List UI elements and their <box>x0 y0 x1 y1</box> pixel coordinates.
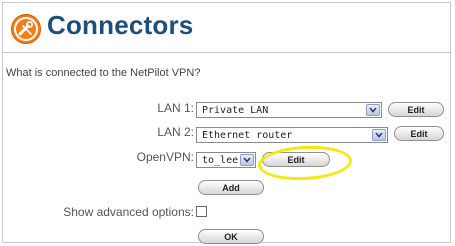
chevron-down-icon[interactable] <box>366 104 380 116</box>
ok-button[interactable]: OK <box>198 229 264 244</box>
lan1-edit-button[interactable]: Edit <box>388 102 444 117</box>
tools-icon <box>11 14 41 44</box>
chevron-down-icon[interactable] <box>240 154 254 166</box>
lan1-select-value: Private LAN <box>202 105 269 116</box>
advanced-options-checkbox[interactable] <box>196 206 207 217</box>
page-title: Connectors <box>47 10 194 40</box>
connection-question: What is connected to the NetPilot VPN? <box>6 67 201 79</box>
lan1-label: LAN 1: <box>157 101 194 115</box>
lan2-select-value: Ethernet router <box>202 130 293 141</box>
openvpn-select[interactable]: to_lee <box>196 152 256 168</box>
advanced-options-label: Show advanced options: <box>63 205 194 219</box>
lan2-label: LAN 2: <box>157 125 194 139</box>
add-button[interactable]: Add <box>198 180 264 195</box>
openvpn-label: OpenVPN: <box>136 150 194 164</box>
lan1-select[interactable]: Private LAN <box>196 102 382 118</box>
chevron-down-icon[interactable] <box>372 129 386 141</box>
lan2-select[interactable]: Ethernet router <box>196 127 388 143</box>
lan2-edit-button[interactable]: Edit <box>394 126 444 141</box>
openvpn-select-value: to_lee <box>202 155 239 166</box>
header-divider <box>3 52 450 53</box>
